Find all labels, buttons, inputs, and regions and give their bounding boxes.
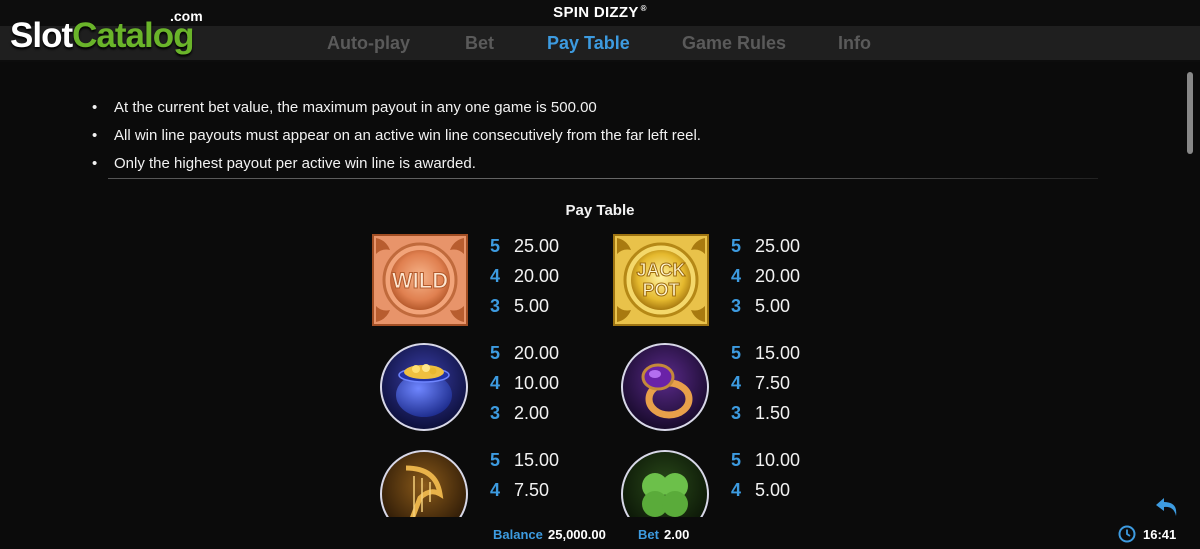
pay-row: 5 20.00: [490, 343, 560, 363]
bet-value: 2.00: [664, 527, 690, 542]
pay-row: 4 20.00: [731, 266, 801, 286]
pay-row: 3 5.00: [490, 296, 550, 316]
pay-row: 5 15.00: [731, 343, 801, 363]
clock-icon: [1118, 525, 1136, 543]
tab-auto-play[interactable]: Auto-play: [327, 33, 410, 54]
slotcatalog-watermark: SlotCatalog .com: [10, 8, 210, 58]
pay-row: 4 7.50: [731, 373, 791, 393]
pay-row: 5 25.00: [490, 236, 560, 256]
pay-row: 5 15.00: [490, 450, 560, 470]
tab-bet[interactable]: Bet: [465, 33, 494, 54]
symbol-card-ring: 5 15.00 4 7.50 3 1.50: [613, 341, 913, 441]
wild-symbol-icon: WILD: [372, 234, 468, 326]
svg-text:JACK: JACK: [636, 260, 685, 280]
svg-text:WILD: WILD: [392, 268, 448, 293]
pay-row: 4 10.00: [490, 373, 560, 393]
clock-time: 16:41: [1143, 527, 1177, 542]
watermark-domain: .com: [170, 8, 203, 24]
pay-row: 3 2.00: [490, 403, 550, 423]
rule-item: At the current bet value, the maximum pa…: [92, 94, 701, 122]
symbol-card-clover: 5 10.00 4 5.00: [613, 448, 913, 517]
pay-row: 4 5.00: [731, 480, 791, 500]
back-arrow-icon[interactable]: [1154, 496, 1180, 518]
bet-label: Bet: [638, 527, 659, 542]
pay-row: 4 7.50: [490, 480, 550, 500]
gold-ring-icon: [621, 343, 709, 431]
scrollbar[interactable]: [1187, 72, 1193, 154]
pay-row: 4 20.00: [490, 266, 560, 286]
tab-pay-table[interactable]: Pay Table: [547, 33, 630, 54]
clover-icon: [621, 450, 709, 517]
rule-item: All win line payouts must appear on an a…: [92, 122, 701, 150]
paytable-content[interactable]: At the current bet value, the maximum pa…: [0, 62, 1200, 517]
jackpot-symbol-icon: JACK POT: [613, 234, 709, 326]
pay-row: 5 25.00: [731, 236, 801, 256]
rule-item: Only the highest payout per active win l…: [92, 150, 701, 178]
status-bar: Balance 25,000.00 Bet 2.00 16:41: [0, 517, 1200, 549]
pay-row: 3 1.50: [731, 403, 791, 423]
pay-row: 3 5.00: [731, 296, 791, 316]
balance-value: 25,000.00: [548, 527, 606, 542]
harp-icon: [380, 450, 468, 517]
rules-list: At the current bet value, the maximum pa…: [92, 94, 701, 178]
registered-mark: ®: [640, 4, 647, 13]
balance-label: Balance: [493, 527, 543, 542]
game-title-text: SPIN DIZZY: [553, 4, 639, 21]
pay-table-title: Pay Table: [565, 202, 635, 219]
divider: [108, 178, 1098, 179]
watermark-text: SlotCatalog: [10, 16, 194, 55]
pay-row: 5 10.00: [731, 450, 801, 470]
tab-game-rules[interactable]: Game Rules: [682, 33, 786, 54]
symbol-card-jackpot: JACK POT 5 25.00 4 20.00 3 5.00: [613, 234, 913, 334]
pot-of-gold-icon: [380, 343, 468, 431]
svg-text:POT: POT: [642, 280, 679, 300]
tab-info[interactable]: Info: [838, 33, 871, 54]
